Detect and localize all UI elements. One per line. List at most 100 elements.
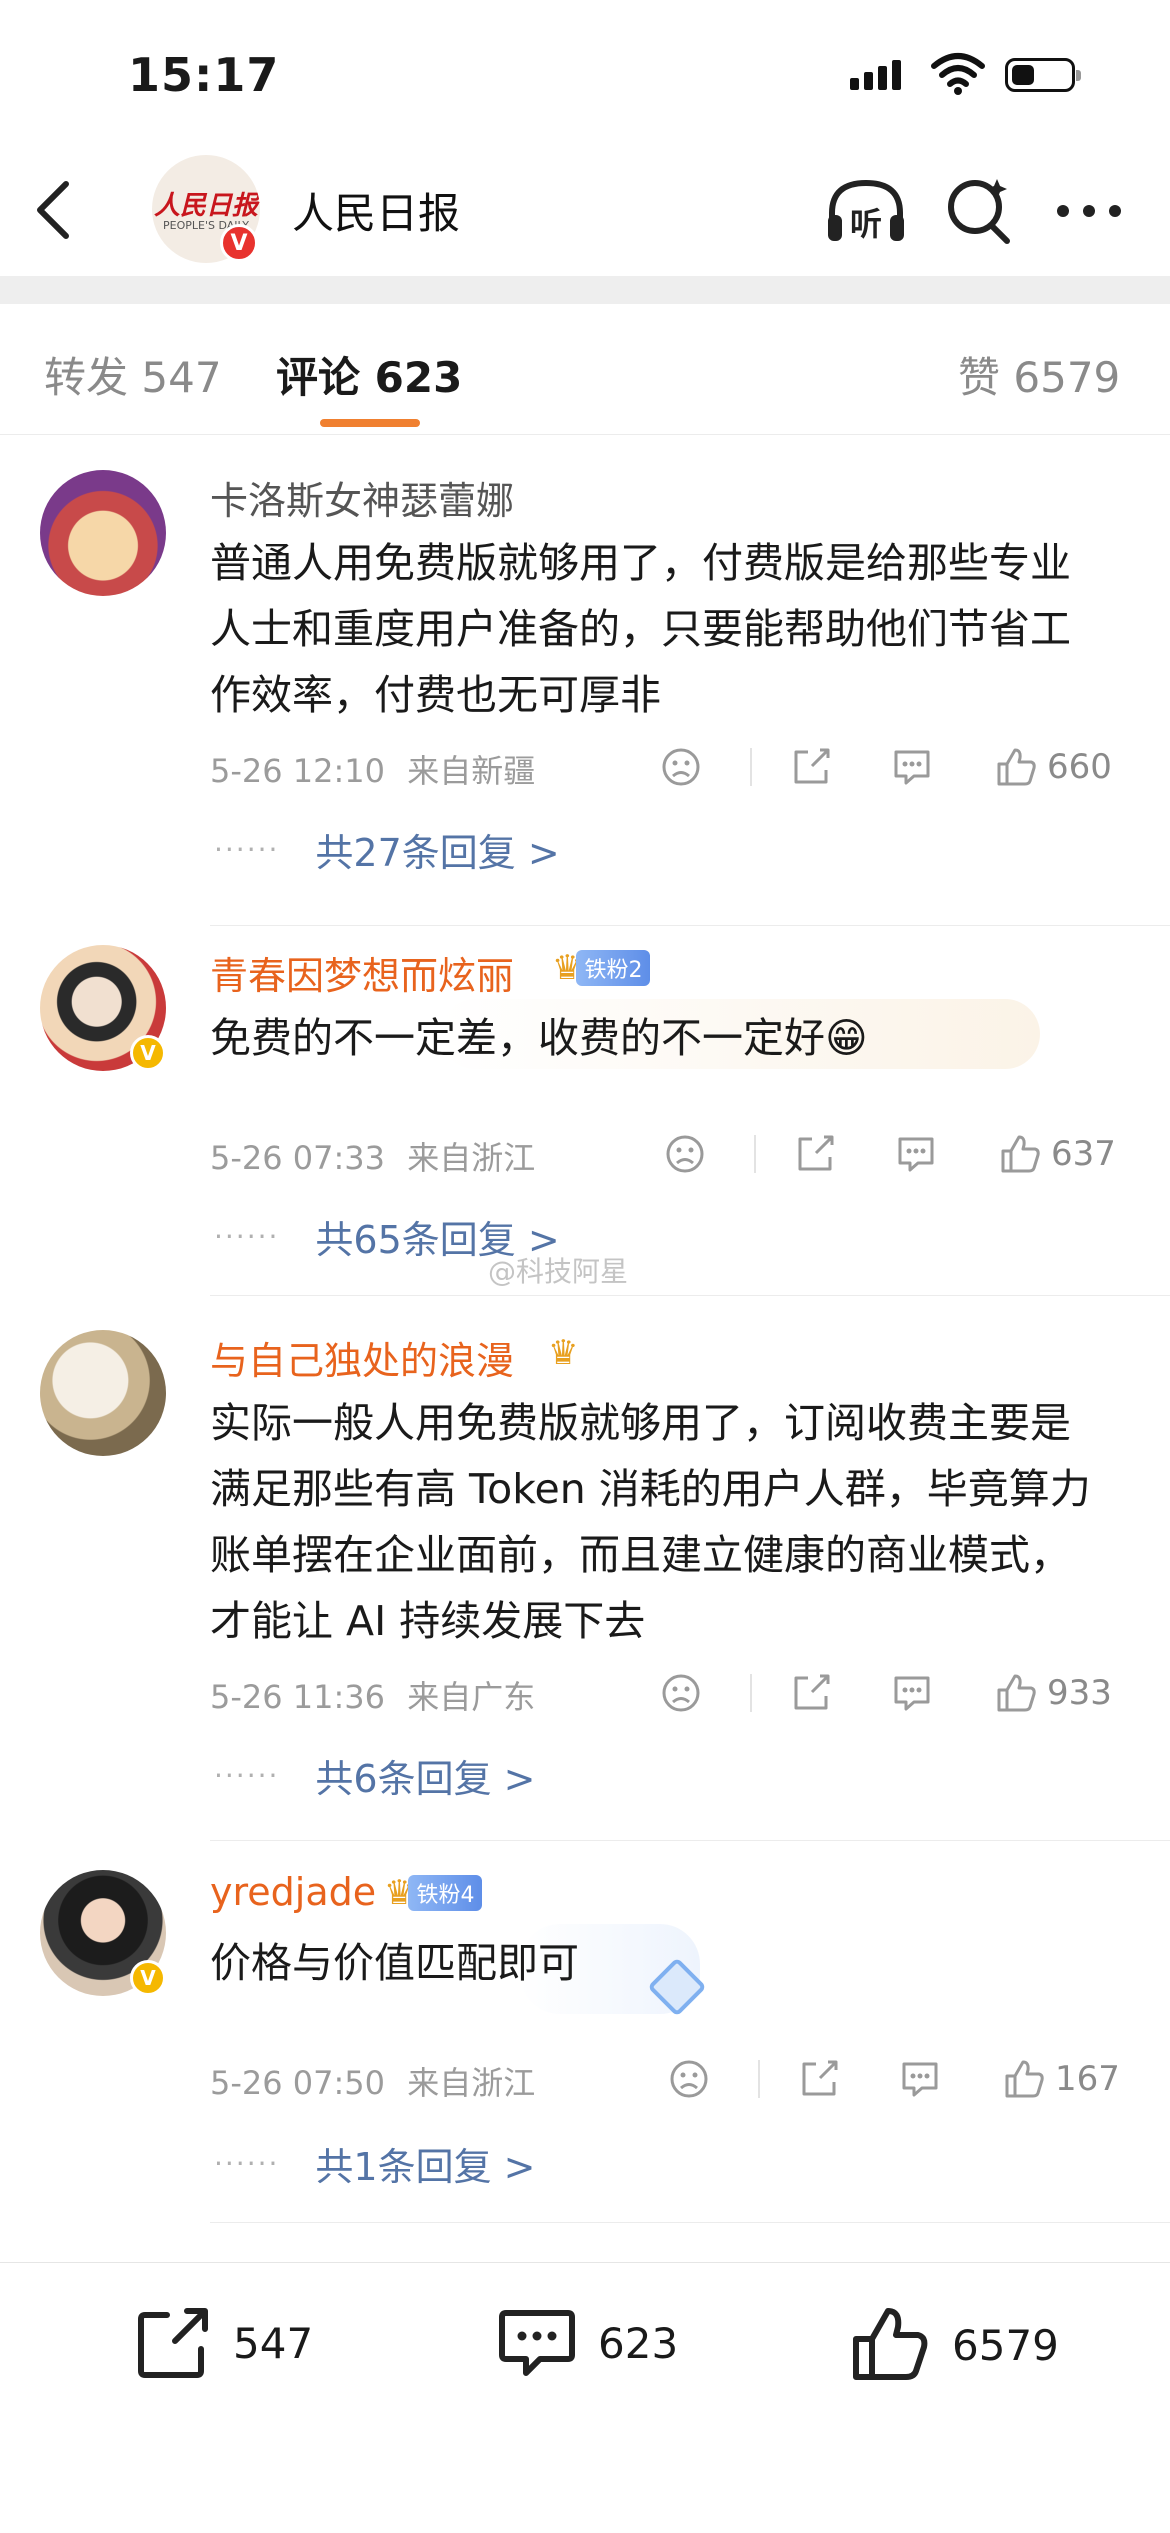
battery-icon <box>1005 58 1081 92</box>
commenter-name[interactable]: 卡洛斯女神瑟蕾娜 <box>210 470 514 525</box>
comment-text: 价格与价值匹配即可 <box>210 1939 579 1987</box>
thumbs-up-icon <box>853 2308 928 2380</box>
top-nav: 人民日报 PEOPLE'S DAILY V 人民日报 听 <box>0 150 1170 270</box>
tab-reposts-label: 转发 <box>44 353 129 402</box>
like-count: 167 <box>1055 2059 1120 2099</box>
view-replies-link[interactable]: ······ 共1条回复 > <box>214 2136 536 2191</box>
reply-icon[interactable] <box>894 1129 938 1179</box>
account-logo-text: 人民日报 <box>153 191 258 221</box>
comment-actions: 637 <box>664 1129 1134 1179</box>
like-button[interactable]: 933 <box>995 1668 1112 1718</box>
replies-dots: ······ <box>214 2147 280 2180</box>
search-icon[interactable] <box>945 175 1015 247</box>
tab-likes-count: 6579 <box>1013 353 1121 402</box>
replies-text: 共6条回复 > <box>315 1757 536 1801</box>
thumbs-up-icon <box>1001 1135 1040 1173</box>
fan-level-badge: ♛ <box>548 1336 578 1370</box>
like-button[interactable]: 167 <box>1003 2054 1120 2104</box>
dislike-icon[interactable] <box>668 2054 710 2104</box>
comment-location: 来自广东 <box>407 1678 536 1716</box>
dislike-icon[interactable] <box>660 742 702 792</box>
section-divider <box>0 276 1170 304</box>
comment-meta: 5-26 07:33 来自浙江 <box>210 1133 535 1179</box>
fan-level-badge: ♛ 铁粉4 <box>384 1875 483 1911</box>
replies-dots: ······ <box>214 1220 280 1253</box>
crown-icon: ♛ <box>548 1333 579 1373</box>
comment-date: 5-26 11:36 <box>210 1678 386 1716</box>
tab-likes[interactable]: 赞 6579 <box>958 344 1120 405</box>
action-separator <box>750 1674 752 1712</box>
comment-date: 5-26 07:33 <box>210 1139 386 1177</box>
comment-button[interactable]: 623 <box>498 2305 678 2381</box>
tab-comments-label: 评论 <box>276 353 361 402</box>
thumbs-up-icon <box>997 748 1036 786</box>
comment-location: 来自浙江 <box>407 1139 536 1177</box>
dislike-icon[interactable] <box>660 1668 702 1718</box>
share-icon[interactable] <box>794 1129 836 1179</box>
comment-icon <box>499 2310 575 2376</box>
comment-divider <box>210 925 1170 926</box>
avatar[interactable] <box>40 470 166 596</box>
replies-text: 共1条回复 > <box>315 2145 536 2189</box>
like-count: 637 <box>1051 1134 1116 1174</box>
tab-reposts-count: 547 <box>141 353 222 402</box>
comment-actions: 933 <box>660 1668 1130 1718</box>
thumbs-up-icon <box>997 1674 1036 1712</box>
bottom-action-bar: 547 623 6579 <box>0 2262 1170 2533</box>
view-replies-link[interactable]: ······ 共6条回复 > <box>214 1748 536 1803</box>
verified-badge-icon: V <box>130 1035 166 1071</box>
tab-comments[interactable]: 评论 623 <box>276 344 462 405</box>
comment-meta: 5-26 07:50 来自浙江 <box>210 2058 535 2104</box>
dislike-icon[interactable] <box>664 1129 706 1179</box>
tab-reposts[interactable]: 转发 547 <box>44 344 222 405</box>
wifi-icon <box>931 53 985 95</box>
comment-text: 免费的不一定差，收费的不一定好😁 <box>210 1014 868 1062</box>
like-button[interactable]: 660 <box>995 742 1112 792</box>
action-separator <box>754 1135 756 1173</box>
comment-text: 普通人用免费版就够用了，付费版是给那些专业人士和重度用户准备的，只要能帮助他们节… <box>210 539 1071 719</box>
comment-actions: 167 <box>668 2054 1138 2104</box>
like-count: 6579 <box>952 2320 1059 2370</box>
reply-icon[interactable] <box>890 1668 934 1718</box>
comment-date: 5-26 12:10 <box>210 752 386 790</box>
reply-icon[interactable] <box>898 2054 942 2104</box>
comment-meta: 5-26 11:36 来自广东 <box>210 1672 535 1718</box>
commenter-name[interactable]: 与自己独处的浪漫 <box>210 1330 514 1385</box>
like-post-button[interactable]: 6579 <box>850 2305 1059 2385</box>
commenter-name[interactable]: 青春因梦想而炫丽 <box>210 945 514 1000</box>
fan-level-label: 铁粉2 <box>576 950 651 986</box>
account-name[interactable]: 人民日报 <box>292 180 460 241</box>
cellular-signal-icon <box>850 60 901 90</box>
share-icon[interactable] <box>798 2054 840 2104</box>
avatar[interactable] <box>40 1330 166 1456</box>
tab-comments-count: 623 <box>374 353 463 402</box>
comment-location: 来自新疆 <box>407 752 536 790</box>
comment-date: 5-26 07:50 <box>210 2064 386 2102</box>
back-arrow-icon[interactable] <box>30 178 80 242</box>
like-button[interactable]: 637 <box>999 1129 1116 1179</box>
more-options-icon[interactable] <box>1054 175 1124 247</box>
repost-count: 547 <box>233 2318 314 2368</box>
repost-button[interactable]: 547 <box>135 2305 313 2381</box>
comment-actions: 660 <box>660 742 1130 792</box>
fan-level-label: 铁粉4 <box>408 1875 483 1911</box>
watermark: @科技阿星 <box>488 1255 629 1288</box>
like-count: 933 <box>1047 1673 1112 1713</box>
replies-dots: ······ <box>214 1759 280 1792</box>
fan-level-badge: ♛ 铁粉2 <box>552 950 651 986</box>
listen-headphones-icon[interactable]: 听 <box>824 175 908 247</box>
share-icon[interactable] <box>790 742 832 792</box>
reply-icon[interactable] <box>890 742 934 792</box>
commenter-name[interactable]: yredjade <box>210 1870 376 1914</box>
comment-text: 实际一般人用免费版就够用了，订阅收费主要是满足那些有高 Token 消耗的用户人… <box>210 1399 1091 1645</box>
view-replies-link[interactable]: ······ 共27条回复 > <box>214 822 560 877</box>
active-tab-indicator <box>320 419 420 427</box>
replies-dots: ······ <box>214 833 280 866</box>
comment-count: 623 <box>598 2318 679 2368</box>
share-icon[interactable] <box>790 1668 832 1718</box>
verified-badge-icon: V <box>130 1960 166 1996</box>
status-time: 15:17 <box>128 48 280 102</box>
repost-icon <box>138 2308 208 2378</box>
like-count: 660 <box>1047 747 1112 787</box>
tab-likes-label: 赞 <box>958 353 1001 402</box>
